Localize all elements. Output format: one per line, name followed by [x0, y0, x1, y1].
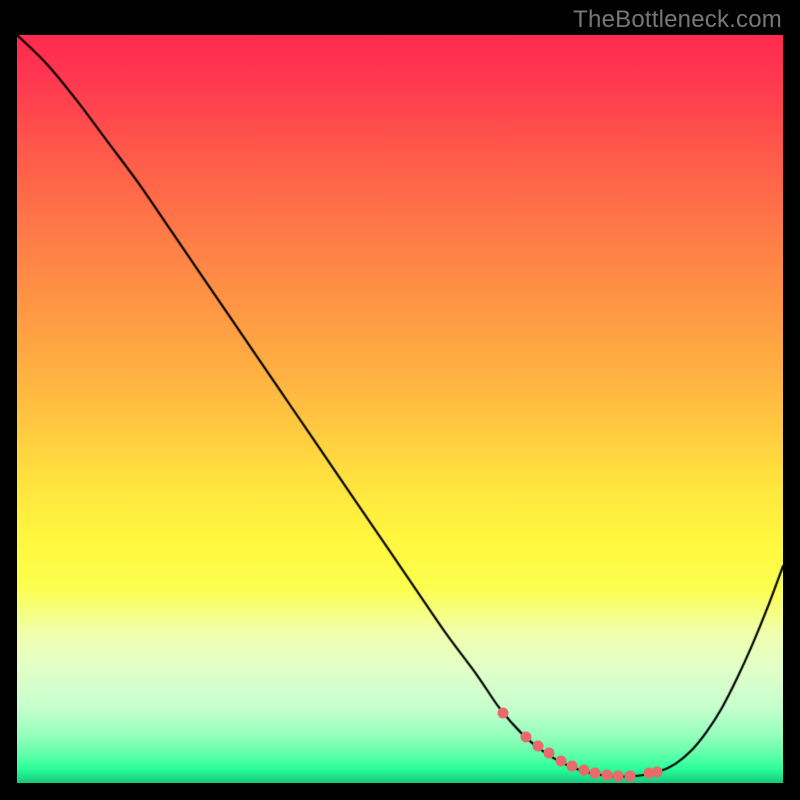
valley-marker [651, 766, 662, 777]
attribution-text: TheBottleneck.com [573, 6, 782, 34]
valley-marker [567, 760, 578, 771]
valley-marker [624, 771, 635, 782]
valley-marker [578, 764, 589, 775]
valley-marker [498, 708, 509, 719]
valley-marker [521, 732, 532, 743]
valley-marker [590, 768, 601, 779]
valley-marker [544, 748, 555, 759]
valley-marker [532, 741, 543, 752]
valley-marker [601, 769, 612, 780]
valley-marker [613, 771, 624, 782]
plot-area [17, 35, 783, 783]
curve-canvas [17, 35, 783, 783]
valley-marker [555, 756, 566, 767]
